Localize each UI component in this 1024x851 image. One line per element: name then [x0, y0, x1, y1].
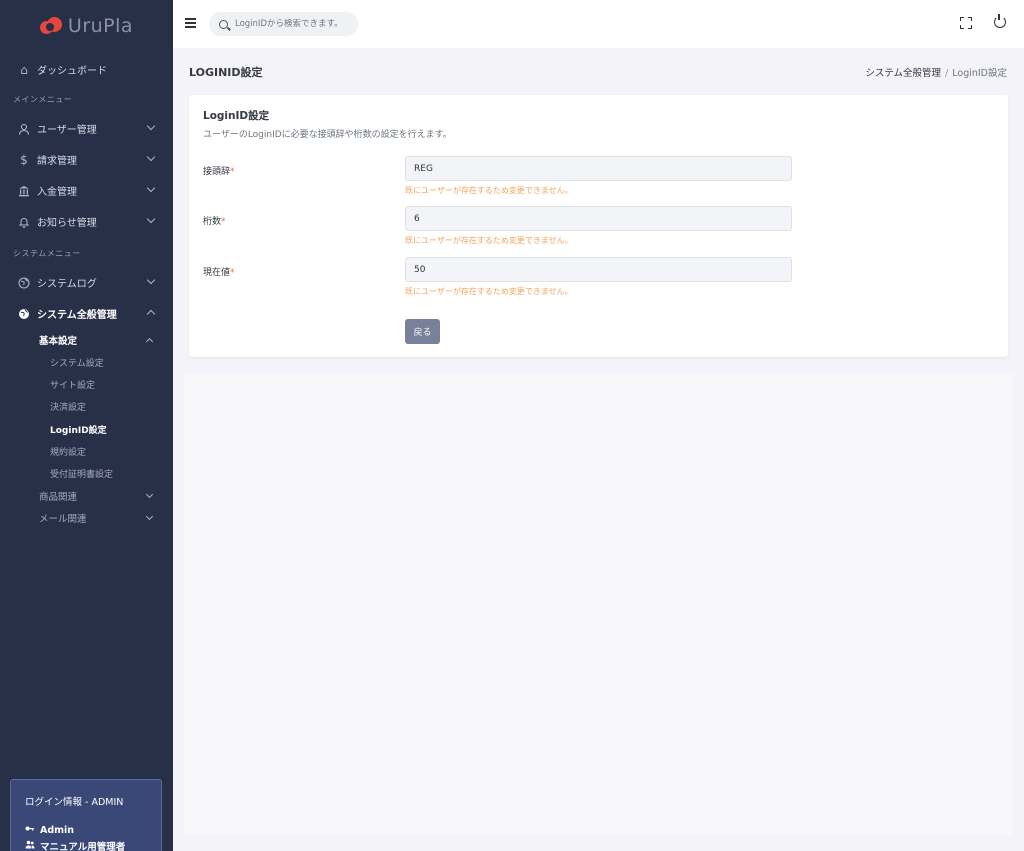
sidebar-item-label: ダッシュボード: [37, 66, 107, 77]
sidebar-item-certificate-settings[interactable]: 受付証明書設定: [0, 462, 173, 484]
sidebar-item-basic-settings[interactable]: 基本設定: [0, 329, 173, 351]
prefix-input[interactable]: [405, 156, 792, 181]
chevron-down-icon: [145, 490, 154, 498]
key-icon: [25, 824, 34, 836]
main-menu-heading: メインメニュー: [13, 94, 73, 104]
users-icon: [25, 840, 35, 851]
content-panel: [184, 374, 1013, 835]
field-label: 接頭辞*: [203, 167, 235, 177]
chevron-up-icon: [146, 309, 156, 319]
breadcrumb-separator: /: [945, 68, 949, 79]
topbar: [173, 0, 1024, 48]
search-icon: [219, 19, 228, 29]
sidebar-item-label: システム全般管理: [37, 310, 117, 321]
login-user-name: Admin: [40, 824, 75, 836]
sidebar-item-label: お知らせ管理: [37, 218, 97, 229]
field-label: 桁数*: [203, 217, 226, 227]
system-menu-heading: システムメニュー: [13, 248, 81, 258]
fullscreen-icon[interactable]: [960, 17, 972, 29]
sidebar: UruPla ⌂ ダッシュボード メインメニュー ユーザー管理 $ 請求管理 入…: [0, 0, 173, 851]
sidebar-item-label: 入金管理: [37, 187, 77, 198]
sidebar-item-dashboard[interactable]: ⌂ ダッシュボード: [0, 54, 173, 85]
sidebar-item-notices[interactable]: お知らせ管理: [0, 206, 173, 237]
field-note: 既にユーザーが存在するため変更できません。: [405, 287, 573, 296]
sidebar-item-billing[interactable]: $ 請求管理: [0, 144, 173, 175]
globe-icon: [17, 307, 31, 321]
chevron-down-icon: [146, 275, 156, 285]
brand-logo[interactable]: UruPla: [0, 0, 173, 52]
sidebar-item-payments[interactable]: 入金管理: [0, 175, 173, 206]
sidebar-item-system-settings[interactable]: システム設定: [0, 351, 173, 373]
current-value-input[interactable]: [405, 257, 792, 282]
sidebar-item-loginid-settings[interactable]: LoginID設定: [0, 418, 173, 440]
sidebar-item-label: ユーザー管理: [37, 125, 97, 136]
sidebar-item-label: 商品関連: [39, 491, 78, 503]
login-info-panel: ログイン情報 - ADMIN Admin マニュアル用管理者: [10, 779, 162, 851]
bank-icon: [17, 184, 31, 198]
required-mark: *: [221, 217, 226, 227]
breadcrumb: システム全般管理 / LoginID設定: [865, 65, 1007, 79]
sidebar-item-label: 請求管理: [37, 156, 77, 167]
cloud-logo-icon: [39, 17, 62, 35]
chevron-down-icon: [146, 121, 156, 131]
breadcrumb-current: LoginID設定: [952, 68, 1007, 79]
sidebar-item-label: メール関連: [39, 513, 87, 525]
login-role-name: マニュアル用管理者: [40, 842, 126, 851]
globe-icon: [17, 276, 31, 290]
search-box: [209, 12, 358, 36]
sidebar-item-product-related[interactable]: 商品関連: [0, 485, 173, 507]
login-role: マニュアル用管理者: [25, 838, 161, 851]
search-input[interactable]: [235, 19, 355, 29]
sidebar-item-system-log[interactable]: システムログ: [0, 267, 173, 298]
login-user: Admin: [25, 822, 161, 838]
brand-name: UruPla: [67, 15, 134, 37]
breadcrumb-parent[interactable]: システム全般管理: [865, 68, 941, 79]
menu-icon[interactable]: [185, 18, 196, 30]
required-mark: *: [230, 268, 235, 278]
sidebar-item-system-general[interactable]: システム全般管理: [0, 298, 173, 329]
card-title: LoginID設定: [203, 110, 270, 122]
chevron-down-icon: [146, 183, 156, 193]
dollar-icon: $: [20, 152, 28, 167]
required-mark: *: [230, 167, 235, 177]
power-icon[interactable]: [994, 14, 1006, 28]
field-note: 既にユーザーが存在するため変更できません。: [405, 186, 573, 195]
sidebar-item-users[interactable]: ユーザー管理: [0, 113, 173, 144]
page-title: LOGINID設定: [189, 66, 263, 79]
sidebar-item-terms-settings[interactable]: 規約設定: [0, 440, 173, 462]
bell-icon: [17, 215, 31, 229]
loginid-settings-card: LoginID設定 ユーザーのLoginIDに必要な接頭辞や桁数の設定を行えます…: [189, 95, 1008, 357]
sidebar-item-payment-settings[interactable]: 決済設定: [0, 396, 173, 418]
sidebar-item-label: 基本設定: [39, 336, 78, 347]
digits-input[interactable]: [405, 206, 792, 231]
field-note: 既にユーザーが存在するため変更できません。: [405, 236, 573, 245]
sidebar-item-mail-related[interactable]: メール関連: [0, 507, 173, 529]
back-button[interactable]: 戻る: [405, 319, 440, 344]
home-icon: ⌂: [20, 62, 28, 77]
chevron-down-icon: [146, 152, 156, 162]
chevron-down-icon: [145, 512, 154, 520]
field-label: 現在値*: [203, 268, 235, 278]
card-description: ユーザーのLoginIDに必要な接頭辞や桁数の設定を行えます。: [203, 130, 452, 140]
chevron-up-icon: [145, 337, 154, 346]
login-info-title: ログイン情報 - ADMIN: [25, 797, 124, 808]
sidebar-item-label: システムログ: [37, 279, 97, 290]
sidebar-item-site-settings[interactable]: サイト設定: [0, 373, 173, 395]
user-icon: [17, 122, 31, 136]
chevron-down-icon: [146, 214, 156, 224]
